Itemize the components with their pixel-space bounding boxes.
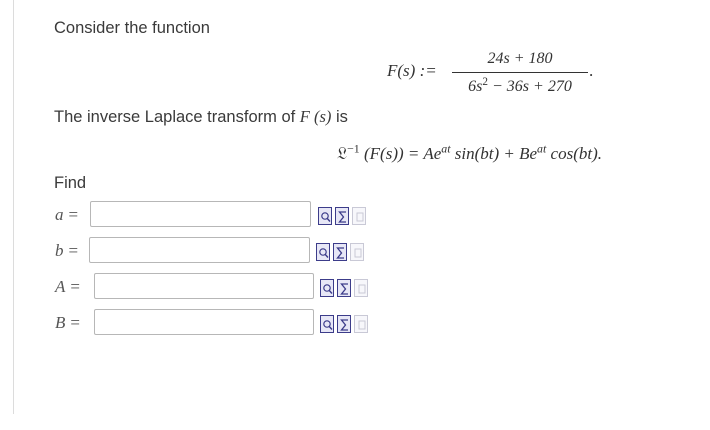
sigma-icon[interactable] [335, 207, 349, 225]
answer-A-input[interactable] [94, 273, 314, 299]
function-fraction: 24s + 180 6s2 − 36s + 270 [452, 48, 588, 98]
preview-icon[interactable] [320, 315, 334, 333]
sigma-icon[interactable] [337, 315, 351, 333]
help-icon[interactable] [350, 243, 364, 261]
answer-a-input[interactable] [90, 201, 311, 227]
help-icon[interactable] [352, 207, 366, 225]
answer-b-input[interactable] [89, 237, 310, 263]
help-icon[interactable] [354, 279, 368, 297]
intro-text: Consider the function [54, 19, 210, 37]
find-label: Find [54, 174, 87, 192]
sigma-icon[interactable] [333, 243, 347, 261]
inverse-laplace-equation: 𝔏−1 (F(s)) = Aeat sin(bt) + Beat cos(bt)… [337, 141, 603, 163]
fraction-denominator: 6s2 − 36s + 270 [468, 75, 572, 95]
preview-icon[interactable] [318, 207, 332, 225]
preview-icon[interactable] [320, 279, 334, 297]
sigma-icon[interactable] [337, 279, 351, 297]
help-icon[interactable] [354, 315, 368, 333]
fraction-bar [452, 72, 588, 73]
left-frame-border [13, 0, 14, 414]
label-a: a = [55, 205, 79, 224]
function-end-period: . [589, 61, 594, 80]
preview-icon[interactable] [316, 243, 330, 261]
label-A: A = [55, 277, 80, 296]
answer-B-input[interactable] [94, 309, 314, 335]
fraction-numerator: 24s + 180 [487, 50, 553, 67]
function-lhs: F(s) := [387, 61, 437, 80]
label-B: B = [55, 313, 80, 332]
inverse-statement: The inverse Laplace transform of F (s) i… [54, 107, 348, 126]
